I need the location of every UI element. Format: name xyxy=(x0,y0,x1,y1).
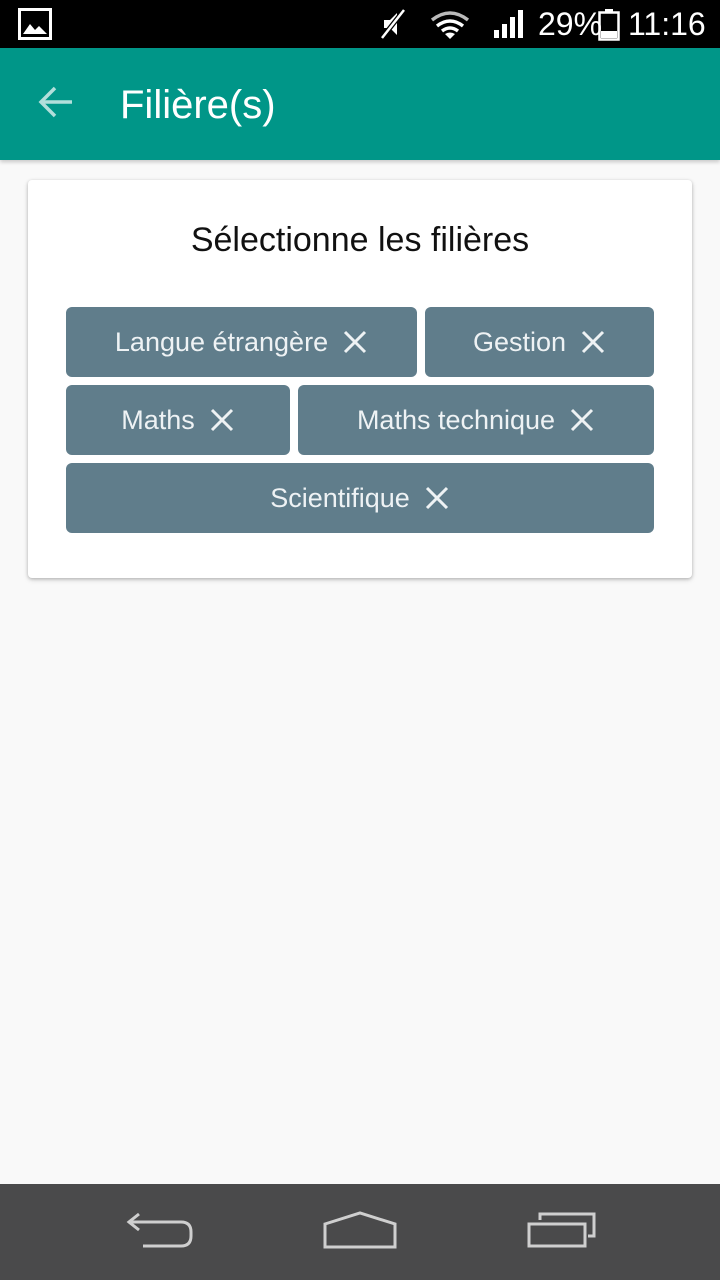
wifi-icon xyxy=(430,10,470,45)
chip-maths-technique[interactable]: Maths technique xyxy=(298,385,654,455)
close-icon[interactable] xyxy=(569,407,595,433)
back-button[interactable] xyxy=(28,76,84,132)
battery-percent: 29% xyxy=(538,6,603,42)
page-title: Filière(s) xyxy=(120,83,276,127)
app-bar: Filière(s) xyxy=(0,48,720,160)
status-bar: 29% 11:16 xyxy=(0,0,720,48)
recents-nav-icon xyxy=(526,1212,598,1253)
clock: 11:16 xyxy=(628,6,706,42)
nav-back-button[interactable] xyxy=(110,1202,210,1262)
navigation-bar xyxy=(0,1184,720,1280)
chip-maths[interactable]: Maths xyxy=(66,385,290,455)
chip-label: Gestion xyxy=(472,326,567,357)
chip-langue-etrangere[interactable]: Langue étrangère xyxy=(66,307,417,377)
close-icon[interactable] xyxy=(580,329,606,355)
card-heading: Sélectionne les filières xyxy=(190,221,530,259)
chip-label: Maths technique xyxy=(356,404,556,435)
chip-label: Maths xyxy=(121,404,195,435)
filieres-card: Sélectionne les filières Langue étrangèr… xyxy=(28,180,692,578)
nav-recents-button[interactable] xyxy=(512,1202,612,1262)
home-nav-icon xyxy=(322,1210,398,1255)
mute-icon xyxy=(378,8,408,45)
signal-icon xyxy=(494,10,524,43)
chip-scientifique[interactable]: Scientifique xyxy=(66,463,654,533)
chip-label: Scientifique xyxy=(270,482,410,513)
chip-label: Langue étrangère xyxy=(114,326,329,357)
nav-home-button[interactable] xyxy=(310,1202,410,1262)
close-icon[interactable] xyxy=(424,485,450,511)
close-icon[interactable] xyxy=(209,407,235,433)
chip-gestion[interactable]: Gestion xyxy=(425,307,654,377)
gallery-icon xyxy=(18,8,52,45)
arrow-back-icon xyxy=(38,86,74,123)
back-nav-icon xyxy=(125,1210,195,1255)
close-icon[interactable] xyxy=(342,329,368,355)
battery-icon xyxy=(598,9,620,46)
